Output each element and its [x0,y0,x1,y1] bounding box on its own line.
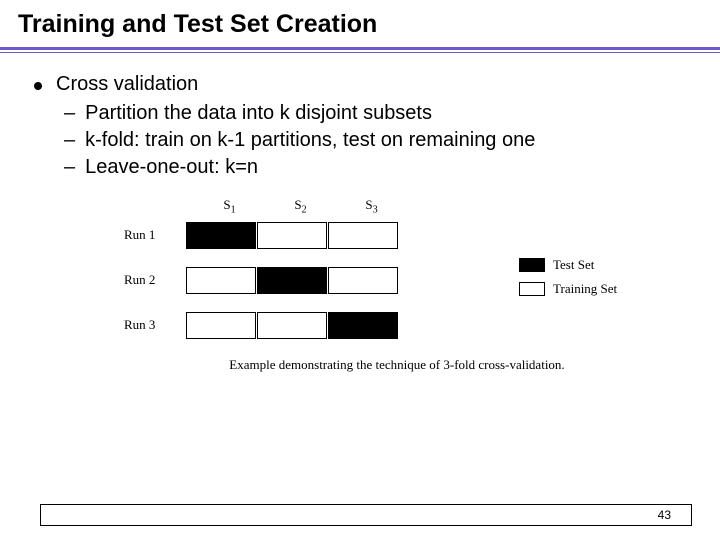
content-area: Cross validation – Partition the data in… [0,53,720,373]
bullet-icon [34,82,42,90]
partition-box [328,267,398,294]
legend-label: Test Set [553,257,594,273]
sub-bullet-text: Partition the data into k disjoint subse… [85,102,432,125]
run-label: Run 3 [124,317,186,333]
run-boxes [186,312,399,339]
sub-bullet-text: Leave-one-out: k=n [85,156,258,179]
diagram-caption: Example demonstrating the technique of 3… [94,357,700,373]
legend-label: Training Set [553,281,617,297]
sub-bullet-row: – Leave-one-out: k=n [64,156,700,179]
sub-bullet-text: k-fold: train on k-1 partitions, test on… [85,129,535,152]
header-s2: S2 [265,197,336,216]
run-label: Run 2 [124,272,186,288]
dash-icon: – [64,129,75,152]
diagram-headers: S1 S2 S3 [194,197,700,216]
partition-box [328,222,398,249]
partition-box [257,312,327,339]
legend: Test Set Training Set [519,257,617,305]
page-number: 43 [658,508,671,522]
partition-box [257,222,327,249]
run-label: Run 1 [124,227,186,243]
run-boxes [186,222,399,249]
run-row-1: Run 1 [124,222,700,249]
partition-box [257,267,327,294]
header-s1: S1 [194,197,265,216]
legend-swatch-train [519,282,545,296]
partition-box [186,267,256,294]
partition-box [186,312,256,339]
sub-bullet-row: – k-fold: train on k-1 partitions, test … [64,129,700,152]
run-boxes [186,267,399,294]
header-s3: S3 [336,197,407,216]
partition-box [186,222,256,249]
run-row-3: Run 3 [124,312,700,339]
sub-bullet-row: – Partition the data into k disjoint sub… [64,102,700,125]
legend-row: Training Set [519,281,617,297]
main-bullet-text: Cross validation [56,73,198,96]
dash-icon: – [64,156,75,179]
footer-box: 43 [40,504,692,526]
slide-title: Training and Test Set Creation [0,0,720,47]
divider-thick [0,47,720,50]
legend-swatch-test [519,258,545,272]
partition-box [328,312,398,339]
legend-row: Test Set [519,257,617,273]
dash-icon: – [64,102,75,125]
main-bullet-row: Cross validation [34,73,700,96]
cross-validation-diagram: S1 S2 S3 Run 1 Run 2 Run 3 [124,197,700,373]
